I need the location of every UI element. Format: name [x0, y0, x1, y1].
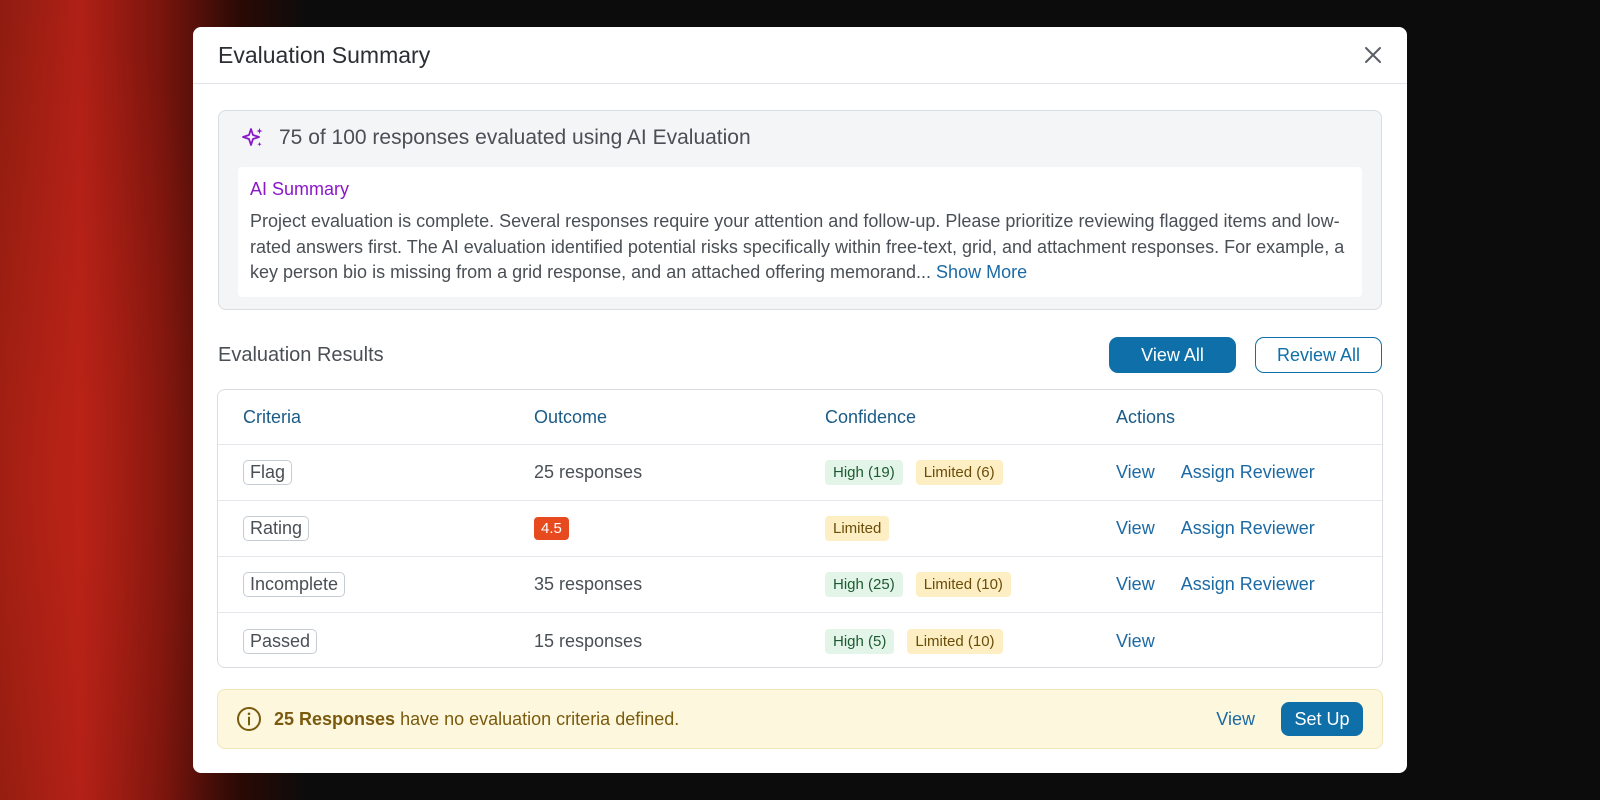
- column-header-actions: Actions: [1116, 406, 1176, 427]
- notice-view-link[interactable]: View: [1216, 709, 1255, 730]
- info-icon: [237, 707, 261, 731]
- notice-count: 25 Responses: [274, 708, 396, 729]
- assign-reviewer-link[interactable]: Assign Reviewer: [1181, 574, 1315, 595]
- outcome-text: 15 responses: [534, 630, 643, 651]
- outcome-text: 35 responses: [534, 574, 643, 594]
- criteria-tag: Passed: [243, 628, 318, 654]
- criteria-tag: Rating: [243, 516, 310, 541]
- ai-summary-text: Project evaluation is complete. Several …: [250, 209, 1355, 286]
- confidence-limited-badge: Limited (6): [915, 460, 1003, 485]
- ai-evaluation-panel: 75 of 100 responses evaluated using AI E…: [218, 110, 1382, 310]
- column-header-confidence: Confidence: [825, 406, 917, 427]
- ai-summary-card: AI Summary Project evaluation is complet…: [238, 167, 1362, 297]
- confidence-limited-badge: Limited: [825, 516, 890, 541]
- confidence-high-badge: High (19): [825, 460, 903, 485]
- ai-evaluation-header: 75 of 100 responses evaluated using AI E…: [219, 111, 1381, 165]
- ai-summary-title: AI Summary: [250, 179, 350, 199]
- outcome-text: 25 responses: [534, 462, 643, 482]
- criteria-tag: Flag: [243, 460, 293, 485]
- view-link[interactable]: View: [1116, 462, 1155, 483]
- modal-header: Evaluation Summary: [193, 27, 1407, 84]
- criteria-tag: Incomplete: [243, 572, 346, 597]
- column-header-outcome: Outcome: [534, 406, 608, 427]
- confidence-high-badge: High (25): [825, 572, 903, 597]
- show-more-link[interactable]: Show More: [936, 262, 1027, 282]
- evaluation-results-title: Evaluation Results: [218, 343, 384, 366]
- table-row: Incomplete 35 responses High (25) Limite…: [218, 557, 1382, 613]
- table-header-row: Criteria Outcome Confidence Actions: [218, 390, 1382, 445]
- view-all-button[interactable]: View All: [1109, 337, 1236, 373]
- view-link[interactable]: View: [1116, 631, 1155, 652]
- view-link[interactable]: View: [1116, 574, 1155, 595]
- close-button[interactable]: [1359, 41, 1387, 69]
- rating-score-badge: 4.5: [534, 517, 569, 540]
- notice-message: have no evaluation criteria defined.: [395, 708, 680, 729]
- sparkle-icon: [242, 128, 263, 147]
- view-link[interactable]: View: [1116, 518, 1155, 539]
- close-icon: [1365, 47, 1381, 63]
- review-all-button[interactable]: Review All: [1255, 337, 1382, 373]
- table-row: Flag 25 responses High (19) Limited (6) …: [218, 445, 1382, 501]
- evaluation-results-table: Criteria Outcome Confidence Actions Flag…: [217, 389, 1383, 668]
- no-criteria-notice: 25 Responses have no evaluation criteria…: [217, 689, 1383, 749]
- confidence-high-badge: High (5): [825, 628, 895, 654]
- ai-evaluated-count: 75 of 100 responses evaluated using AI E…: [279, 126, 751, 149]
- table-row: Passed 15 responses High (5) Limited (10…: [218, 613, 1382, 667]
- confidence-limited-badge: Limited (10): [915, 572, 1011, 597]
- assign-reviewer-link[interactable]: Assign Reviewer: [1181, 518, 1315, 539]
- evaluation-summary-modal: Evaluation Summary 75 of 100 responses e…: [193, 27, 1407, 773]
- ai-summary-body: Project evaluation is complete. Several …: [250, 211, 1345, 282]
- confidence-limited-badge: Limited (10): [907, 628, 1003, 654]
- assign-reviewer-link[interactable]: Assign Reviewer: [1181, 462, 1315, 483]
- evaluation-results-header: Evaluation Results View All Review All: [218, 336, 1382, 374]
- notice-text: 25 Responses have no evaluation criteria…: [274, 709, 679, 730]
- column-header-criteria: Criteria: [243, 406, 302, 427]
- modal-title: Evaluation Summary: [218, 41, 431, 68]
- table-row: Rating 4.5 Limited View Assign Reviewer: [218, 501, 1382, 557]
- set-up-button[interactable]: Set Up: [1281, 702, 1363, 736]
